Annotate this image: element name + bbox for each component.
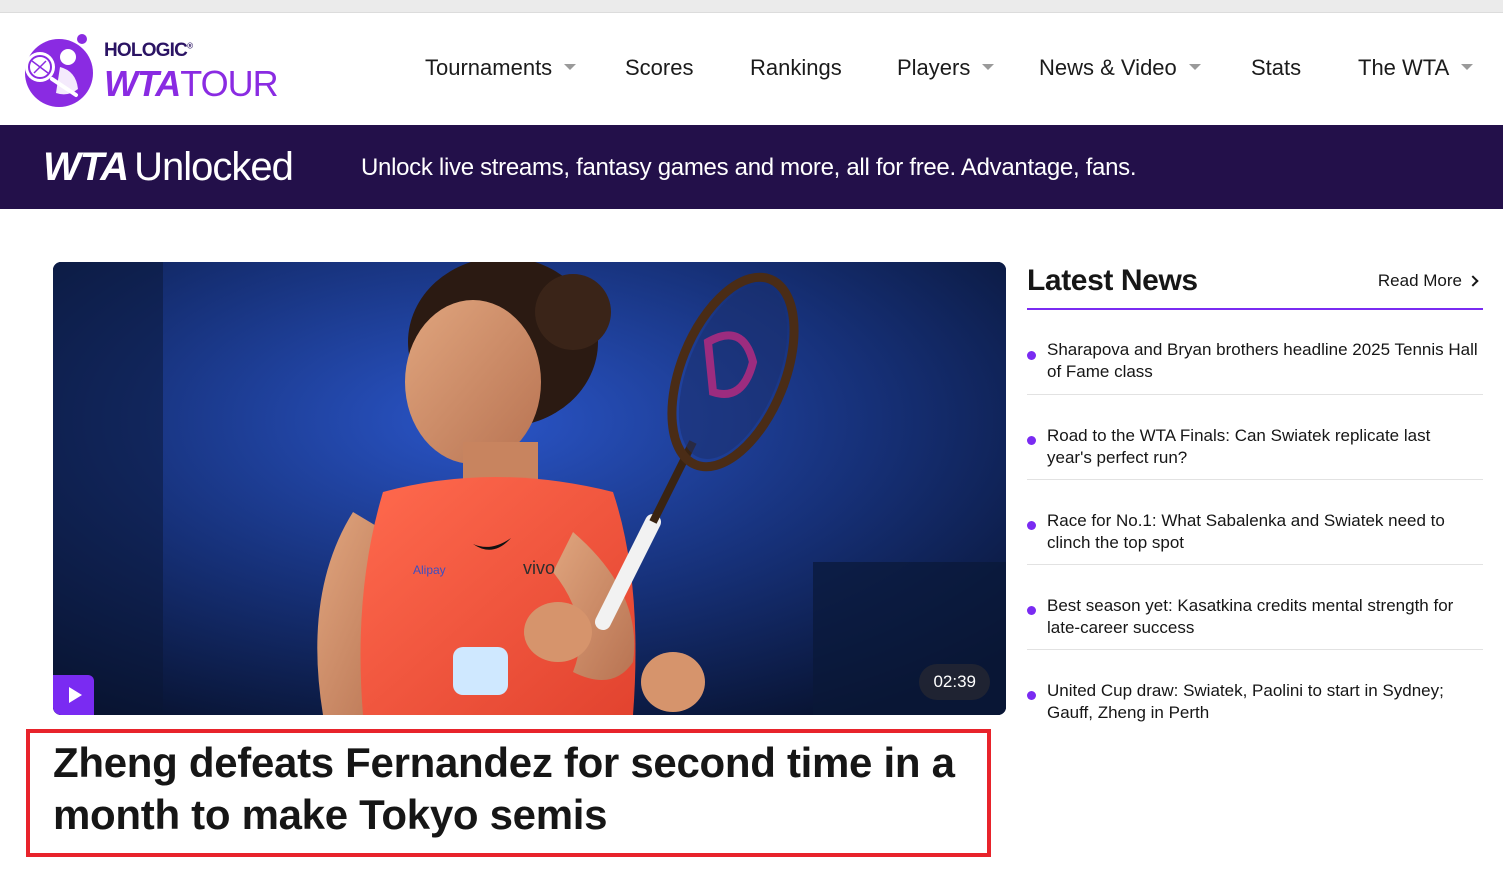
chevron-down-icon (1461, 64, 1474, 71)
nav-the-wta[interactable]: The WTA (1358, 55, 1474, 81)
chevron-right-icon (1467, 275, 1479, 287)
svg-text:Alipay: Alipay (413, 563, 446, 577)
nav-stats[interactable]: Stats (1251, 55, 1301, 81)
bullet-dot-icon (1027, 351, 1036, 360)
video-duration: 02:39 (919, 664, 990, 700)
news-item[interactable]: Race for No.1: What Sabalenka and Swiate… (1027, 480, 1483, 565)
chevron-down-icon (982, 64, 995, 71)
latest-news-panel: Latest News Read More Sharapova and Brya… (1027, 262, 1483, 735)
latest-news-header: Latest News Read More (1027, 262, 1483, 310)
news-item[interactable]: United Cup draw: Swiatek, Paolini to sta… (1027, 650, 1483, 735)
latest-news-title: Latest News (1027, 264, 1198, 297)
svg-text:vivo: vivo (523, 558, 555, 578)
chevron-down-icon (564, 64, 577, 71)
bullet-dot-icon (1027, 436, 1036, 445)
news-item[interactable]: Best season yet: Kasatkina credits menta… (1027, 565, 1483, 650)
main-nav: Tournaments Scores Rankings Players News… (0, 13, 1503, 125)
play-icon (68, 687, 82, 703)
read-more-link[interactable]: Read More (1378, 271, 1479, 291)
bullet-dot-icon (1027, 606, 1036, 615)
hero-headline[interactable]: Zheng defeats Fernandez for second time … (53, 737, 983, 841)
nav-players[interactable]: Players (897, 55, 995, 81)
nav-news-video[interactable]: News & Video (1039, 55, 1201, 81)
wta-unlocked-logo: WTA Unlocked (43, 145, 294, 189)
bullet-dot-icon (1027, 691, 1036, 700)
nav-rankings[interactable]: Rankings (750, 55, 842, 81)
hero-video[interactable]: Alipay vivo 02:39 (53, 262, 1006, 715)
site-header: HOLOGIC® WTATOUR Tournaments Scores Rank… (0, 13, 1503, 125)
play-button[interactable] (53, 675, 94, 715)
news-item[interactable]: Sharapova and Bryan brothers headline 20… (1027, 310, 1483, 395)
bullet-dot-icon (1027, 521, 1036, 530)
nav-tournaments[interactable]: Tournaments (425, 55, 577, 81)
browser-top-strip (0, 0, 1503, 13)
hero-player-image: Alipay vivo (53, 262, 1006, 715)
banner-tagline: Unlock live streams, fantasy games and m… (361, 154, 1137, 181)
latest-news-list: Sharapova and Bryan brothers headline 20… (1027, 310, 1483, 735)
nav-scores[interactable]: Scores (625, 55, 693, 81)
chevron-down-icon (1188, 64, 1201, 71)
wta-unlocked-banner[interactable]: WTA Unlocked Unlock live streams, fantasy… (0, 125, 1503, 209)
news-item[interactable]: Road to the WTA Finals: Can Swiatek repl… (1027, 395, 1483, 480)
